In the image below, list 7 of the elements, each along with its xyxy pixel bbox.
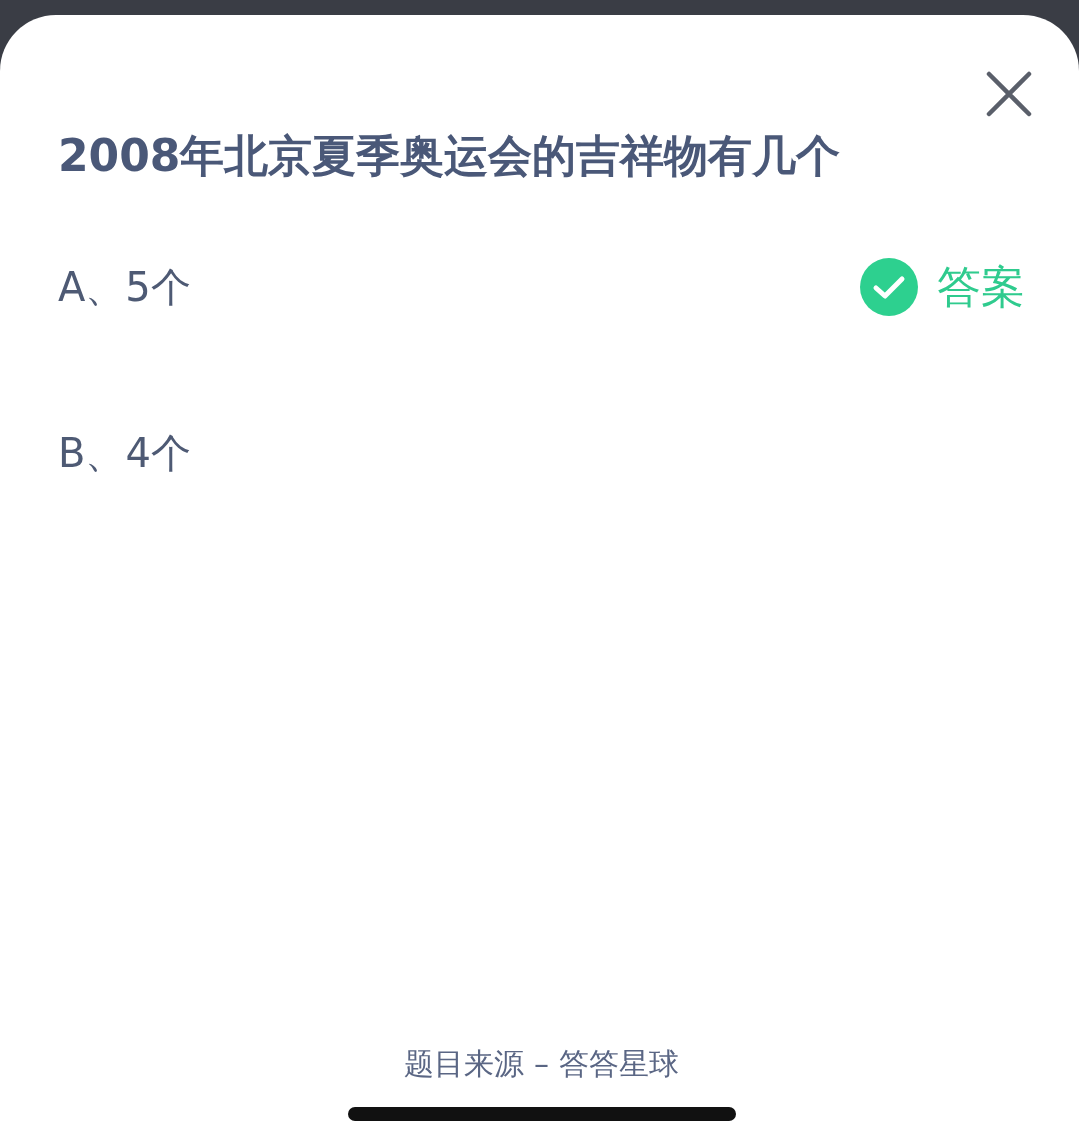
answer-label: 答案 bbox=[937, 259, 1025, 314]
option-label[interactable]: A、5个 bbox=[58, 259, 191, 315]
source-footer: 题目来源 – 答答星球 bbox=[58, 1044, 1025, 1085]
question-title: 2008年北京夏季奥运会的吉祥物有几个 bbox=[58, 129, 842, 183]
option-label[interactable]: B、4个 bbox=[58, 425, 191, 481]
check-icon bbox=[859, 257, 919, 317]
close-icon[interactable] bbox=[985, 70, 1033, 118]
